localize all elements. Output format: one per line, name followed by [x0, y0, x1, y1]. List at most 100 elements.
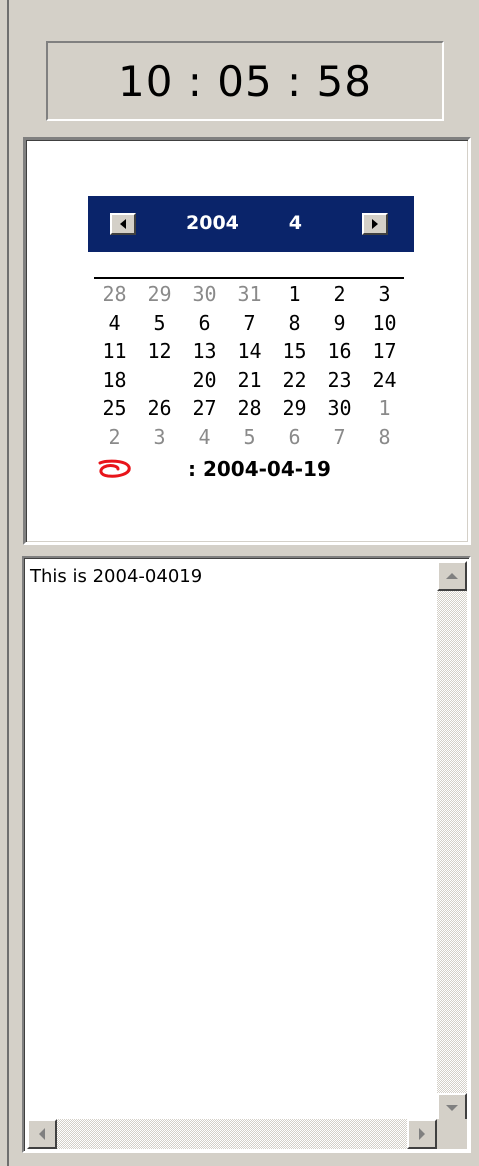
calendar-day-number: 5: [153, 310, 166, 335]
weekday-divider: [94, 277, 404, 279]
calendar-day[interactable]: 2: [92, 423, 137, 452]
calendar-day[interactable]: 29: [137, 280, 182, 309]
calendar-day[interactable]: 7: [227, 309, 272, 338]
calendar-day[interactable]: 27: [182, 394, 227, 423]
calendar-day-number: 6: [198, 310, 211, 335]
calendar-day-number: 5: [243, 424, 256, 449]
calendar-day-number: 14: [237, 339, 262, 363]
calendar-day-number: 13: [192, 339, 217, 363]
calendar-day-number: 17: [372, 339, 397, 363]
clock-time: 10 : 05 : 58: [117, 56, 373, 106]
today-row[interactable]: : 2004-04-19: [96, 454, 416, 484]
calendar-day[interactable]: 28: [92, 280, 137, 309]
calendar-day[interactable]: 6: [182, 309, 227, 338]
calendar-day-number: 2: [333, 282, 346, 306]
horizontal-scrollbar[interactable]: [27, 1119, 437, 1149]
calendar-day[interactable]: 17: [362, 337, 407, 366]
calendar-day-selected[interactable]: 19: [137, 366, 185, 396]
calendar-day[interactable]: 20: [182, 366, 227, 395]
calendar-day[interactable]: 25: [92, 394, 137, 423]
calendar-day[interactable]: 23: [317, 366, 362, 395]
calendar-day-number: 28: [102, 282, 127, 306]
calendar-day[interactable]: 1: [362, 394, 407, 423]
calendar-day[interactable]: 5: [227, 423, 272, 452]
calendar-day-number: 18: [102, 367, 127, 392]
calendar-day[interactable]: 6: [272, 423, 317, 452]
calendar-day-number: 28: [237, 396, 262, 420]
scroll-right-button[interactable]: [407, 1119, 437, 1149]
calendar-day-number: 29: [282, 396, 307, 420]
calendar-day-number: 1: [288, 282, 301, 306]
scroll-up-button[interactable]: [437, 561, 467, 591]
calendar-day-number: 27: [192, 396, 217, 420]
calendar-day-number: 9: [333, 310, 346, 335]
calendar-day[interactable]: 10: [362, 309, 407, 338]
calendar-day[interactable]: 8: [272, 309, 317, 338]
calendar-day-number: 20: [192, 367, 217, 392]
calendar-day[interactable]: 3: [362, 280, 407, 309]
calendar-day[interactable]: 4: [182, 423, 227, 452]
calendar-day[interactable]: 31: [227, 280, 272, 309]
calendar-day[interactable]: 13: [182, 337, 227, 366]
arrow-right-icon: [419, 1128, 425, 1140]
arrow-up-icon: [446, 573, 458, 579]
calendar-day[interactable]: 26: [137, 394, 182, 423]
calendar-day[interactable]: 5: [137, 309, 182, 338]
next-month-button[interactable]: [362, 213, 388, 235]
calendar-day[interactable]: 24: [362, 366, 407, 395]
memo-textarea[interactable]: This is 2004-04019: [22, 556, 471, 1153]
calendar-day[interactable]: 30: [317, 394, 362, 423]
calendar-day[interactable]: 12: [137, 337, 182, 366]
calendar-day[interactable]: 2: [317, 280, 362, 309]
calendar-day-number: 4: [108, 310, 121, 335]
calendar-day-number: 30: [192, 282, 217, 306]
calendar-day[interactable]: 28: [227, 394, 272, 423]
calendar-day-number: 7: [333, 424, 346, 449]
calendar-day-number: 11: [102, 339, 127, 363]
scroll-left-button[interactable]: [27, 1119, 57, 1149]
calendar-day[interactable]: 21: [227, 366, 272, 395]
calendar-day[interactable]: 14: [227, 337, 272, 366]
calendar-day-number: 1: [378, 396, 391, 420]
calendar-day-number: 12: [147, 339, 172, 363]
calendar-day[interactable]: 30: [182, 280, 227, 309]
calendar-day-number: 15: [282, 339, 307, 363]
calendar-day[interactable]: 16: [317, 337, 362, 366]
calendar-day[interactable]: 29: [272, 394, 317, 423]
calendar-day-number: 19: [147, 367, 172, 392]
calendar-day-number: 21: [237, 367, 262, 392]
calendar-day[interactable]: 4: [92, 309, 137, 338]
clock-display: 10 : 05 : 58: [46, 41, 444, 121]
vertical-scrollbar[interactable]: [437, 561, 467, 1123]
calendar-day[interactable]: 3: [137, 423, 182, 452]
calendar-day-number: 30: [327, 396, 352, 420]
arrow-left-icon: [120, 219, 126, 229]
calendar-day-number: 23: [327, 367, 352, 392]
prev-month-button[interactable]: [110, 213, 136, 235]
memo-text: This is 2004-04019: [30, 566, 203, 587]
calendar-day-number: 3: [153, 424, 166, 449]
calendar-header: 2004 4: [88, 196, 414, 252]
arrow-right-icon: [372, 219, 378, 229]
today-date-label: : 2004-04-19: [188, 457, 331, 481]
calendar-day[interactable]: 9: [317, 309, 362, 338]
calendar-day[interactable]: 15: [272, 337, 317, 366]
calendar-day-number: 8: [288, 310, 301, 335]
calendar-day[interactable]: 22: [272, 366, 317, 395]
calendar-day-number: 22: [282, 367, 307, 392]
calendar-day[interactable]: 8: [362, 423, 407, 452]
calendar-day-number: 7: [243, 310, 256, 335]
calendar-day-grid: 28 29 30 31 1 2 3 4 5 6 7 8 9 10 11 12 13 14 15 16 17 18 19 20 2…: [92, 280, 414, 451]
calendar-day-number: 4: [198, 424, 211, 449]
calendar-day-number: 25: [102, 396, 127, 420]
calendar-day-number: 31: [237, 282, 262, 306]
calendar-day[interactable]: 18: [92, 366, 137, 395]
calendar-day-number: 24: [372, 367, 397, 392]
today-circle-icon: [98, 459, 131, 478]
calendar-day[interactable]: 11: [92, 337, 137, 366]
calendar-day-number: 2: [108, 424, 121, 449]
calendar-day[interactable]: 1: [272, 280, 317, 309]
calendar-day-number: 3: [378, 282, 391, 306]
calendar-day[interactable]: 7: [317, 423, 362, 452]
calendar-panel: 2004 4 28 29 30 31 1 2 3 4 5 6 7 8 9 10 11 12 13 14 15 16 17…: [23, 137, 471, 545]
